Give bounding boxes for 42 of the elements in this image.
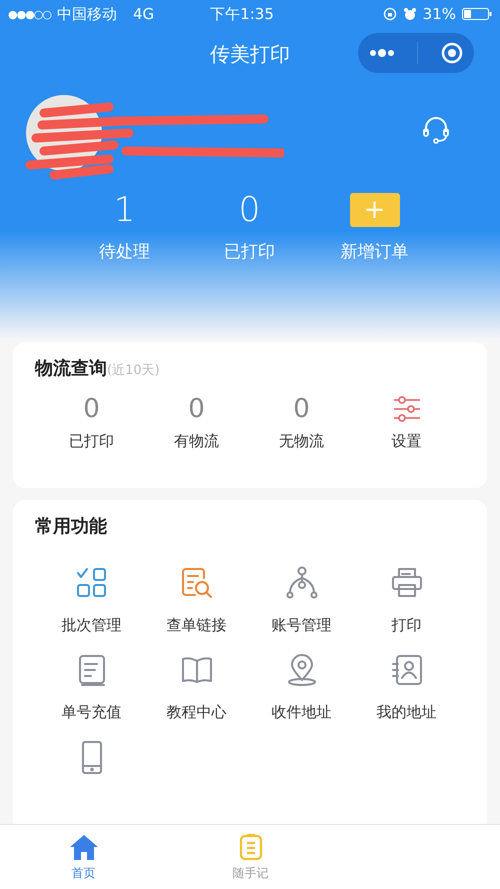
count-value: 0 (293, 394, 310, 424)
function-label[interactable]: 账号管理 (272, 616, 332, 635)
document-search-icon[interactable] (180, 566, 214, 600)
function-label[interactable]: 单号充值 (62, 703, 122, 722)
logistics-label[interactable]: 无物流 (279, 432, 324, 451)
card-title: 常用功能 (35, 515, 107, 538)
printer-icon[interactable] (390, 566, 424, 600)
tab-item[interactable]: 首页 (0, 825, 167, 889)
function-label[interactable]: 收件地址 (272, 703, 332, 722)
date-range-note: (近10天) (107, 362, 160, 379)
hierarchy-icon[interactable] (284, 566, 318, 600)
card-title: 物流查询 (35, 357, 107, 380)
battery-icon (462, 7, 492, 21)
count-value: 0 (188, 394, 205, 424)
function-label[interactable]: 查单链接 (166, 616, 226, 635)
grid-check-icon[interactable] (74, 566, 108, 600)
count-label: 已打印 (224, 241, 275, 263)
network-type: 4G (133, 5, 154, 23)
contact-card-icon[interactable] (390, 653, 424, 687)
logistics-label[interactable]: 已打印 (69, 432, 114, 451)
logistics-label[interactable]: 有物流 (174, 432, 219, 451)
signal-strength: ●●●○○ (8, 8, 51, 20)
home-icon (68, 832, 98, 860)
close-icon[interactable] (440, 42, 463, 64)
count-value: 0 (83, 394, 100, 424)
headset-icon[interactable] (422, 115, 450, 145)
add-order-label: 新增订单 (340, 241, 408, 263)
clock-time: 下午1:35 (210, 4, 274, 24)
lock-rotation-icon (382, 7, 397, 21)
battery-percent: 31% (422, 5, 456, 23)
logistics-label[interactable]: 设置 (392, 432, 422, 451)
app-title: 传美打印 (210, 40, 290, 68)
function-label[interactable]: 批次管理 (62, 616, 122, 635)
carrier-name: 中国移动 (57, 4, 117, 24)
count-label: 待处理 (99, 241, 150, 263)
function-label[interactable]: 打印 (392, 616, 422, 635)
count-value: 1 (114, 190, 136, 230)
sliders-icon[interactable] (392, 396, 420, 422)
count-value: 0 (238, 190, 260, 230)
more-icon[interactable] (369, 48, 396, 58)
function-label[interactable]: 我的地址 (376, 703, 436, 722)
function-label[interactable]: 教程中心 (166, 703, 226, 722)
